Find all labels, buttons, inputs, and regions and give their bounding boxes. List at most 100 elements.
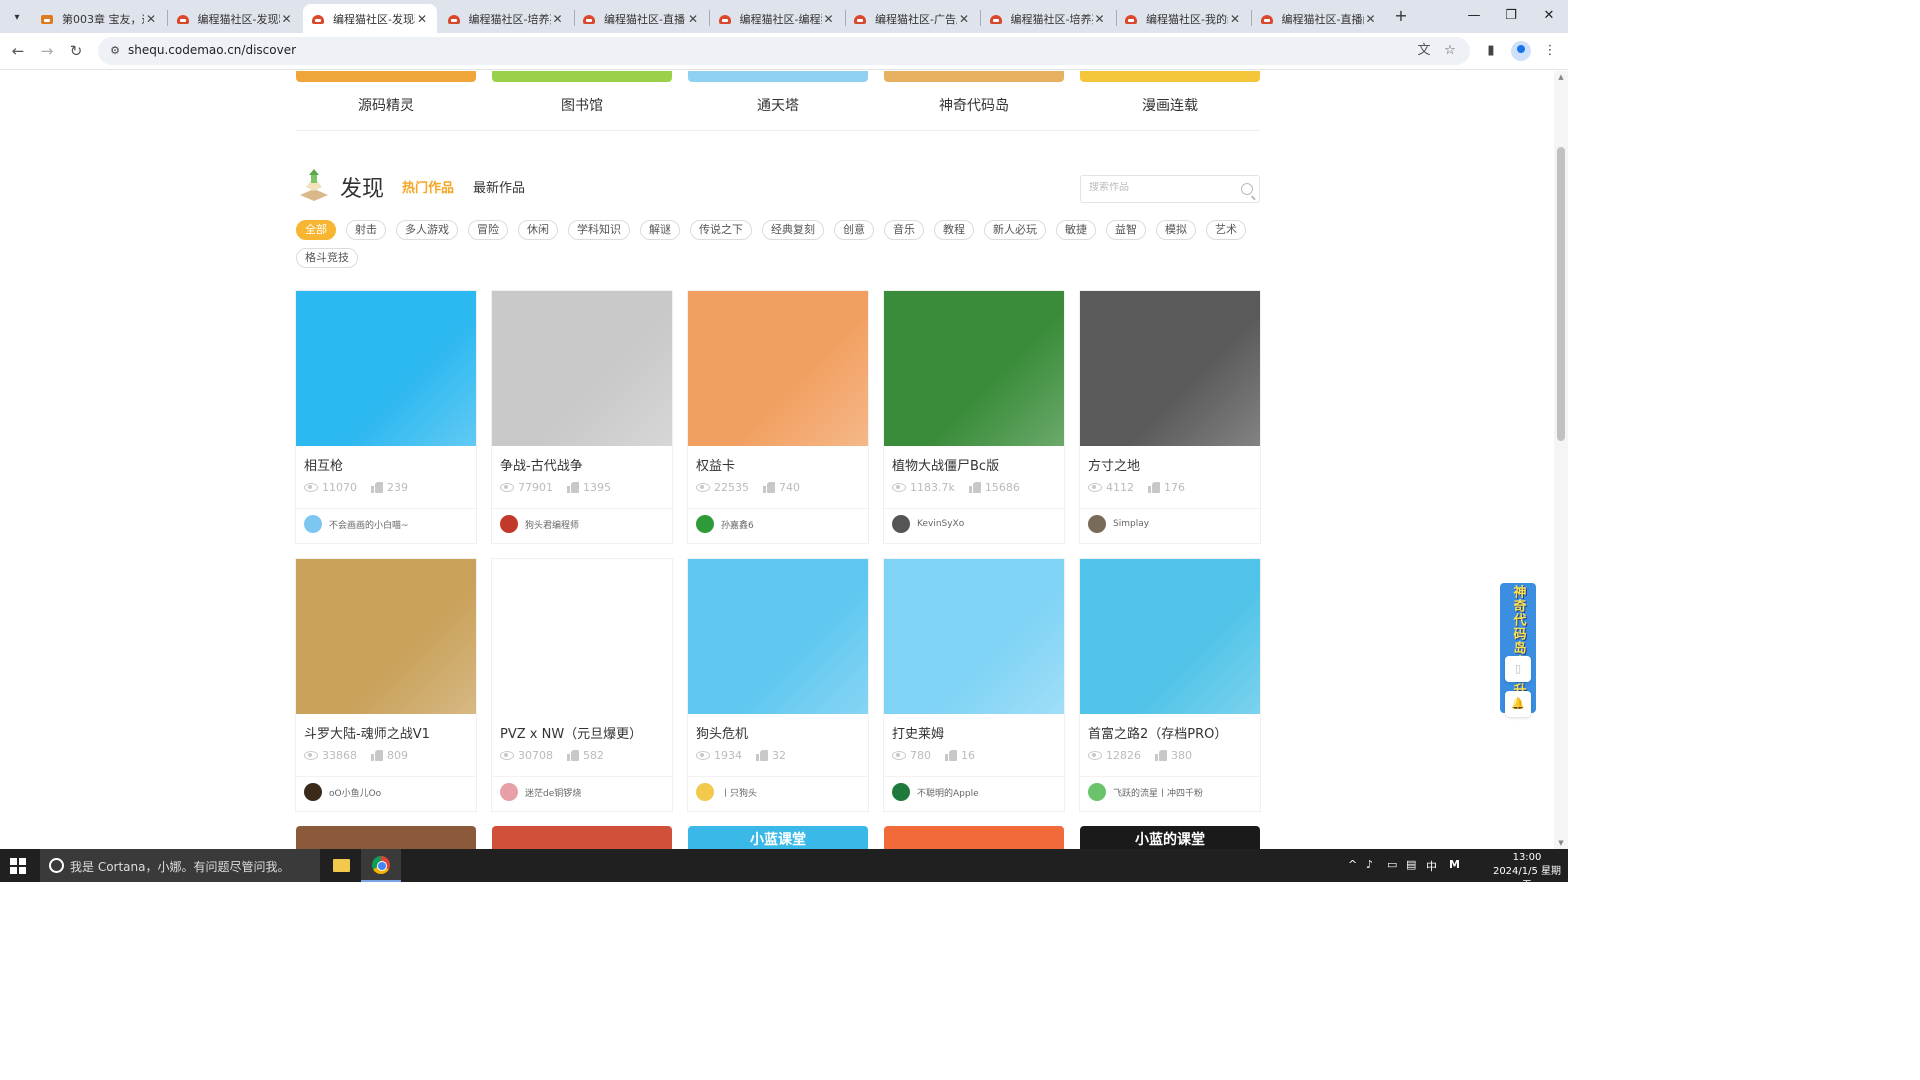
menu-icon[interactable]: ⋮ xyxy=(1541,42,1559,60)
ime-indicator[interactable]: 中 xyxy=(1426,858,1437,874)
work-thumbnail[interactable] xyxy=(296,826,476,849)
tab-new-works[interactable]: 最新作品 xyxy=(473,177,525,196)
search-icon[interactable] xyxy=(1241,183,1253,195)
work-card[interactable]: 打史莱姆 780 16 不聪明的Apple xyxy=(884,559,1064,811)
scroll-down-icon[interactable]: ▼ xyxy=(1557,839,1565,847)
category-tag[interactable]: 新人必玩 xyxy=(984,220,1046,240)
work-thumbnail[interactable] xyxy=(884,826,1064,849)
category-tag[interactable]: 多人游戏 xyxy=(396,220,458,240)
site-info-icon[interactable]: ⚙ xyxy=(108,44,122,58)
close-tab-icon[interactable]: ✕ xyxy=(280,12,294,26)
browser-tab[interactable]: 编程猫社区-编程猫✕ xyxy=(710,4,844,33)
work-thumbnail[interactable] xyxy=(1080,559,1260,714)
work-title[interactable]: 权益卡 xyxy=(696,455,735,474)
browser-tab[interactable]: 编程猫社区-直播间✕ xyxy=(574,4,708,33)
category-tag[interactable]: 全部 xyxy=(296,220,336,240)
work-title[interactable]: 斗罗大陆-魂师之战V1 xyxy=(304,723,430,742)
scrollbar-thumb[interactable] xyxy=(1557,147,1565,441)
page-scrollbar[interactable]: ▲ ▼ xyxy=(1554,71,1568,849)
work-thumbnail[interactable]: 小蓝的课堂 xyxy=(1080,826,1260,849)
work-card[interactable]: 斗罗大陆-魂师之战V1 33868 809 oO小鱼儿Oo xyxy=(296,559,476,811)
work-thumbnail[interactable] xyxy=(688,291,868,446)
reload-button[interactable]: ↻ xyxy=(66,41,86,61)
browser-tab[interactable]: 编程猫社区-发现精✕ xyxy=(168,4,302,33)
mobile-icon[interactable]: ▯ xyxy=(1505,656,1531,682)
close-tab-icon[interactable]: ✕ xyxy=(1093,12,1107,26)
category-tag[interactable]: 冒险 xyxy=(468,220,508,240)
category-tag[interactable]: 音乐 xyxy=(884,220,924,240)
work-author[interactable]: oO小鱼儿Oo xyxy=(304,783,381,801)
work-author[interactable]: 不聪明的Apple xyxy=(892,783,979,801)
work-thumbnail[interactable] xyxy=(296,291,476,446)
work-thumbnail[interactable] xyxy=(492,291,672,446)
network-icon[interactable]: ▭ xyxy=(1387,858,1397,871)
category-tag[interactable]: 艺术 xyxy=(1206,220,1246,240)
work-card[interactable]: 狗头危机 1934 32 丨只狗头 xyxy=(688,559,868,811)
work-thumbnail[interactable] xyxy=(492,559,672,714)
category-tag[interactable]: 教程 xyxy=(934,220,974,240)
work-thumbnail[interactable] xyxy=(884,291,1064,446)
close-tab-icon[interactable]: ✕ xyxy=(1364,12,1378,26)
category-tag[interactable]: 创意 xyxy=(834,220,874,240)
close-window-button[interactable]: ✕ xyxy=(1537,6,1561,26)
work-author[interactable]: 不会画画的小白喵~ xyxy=(304,515,409,533)
close-tab-icon[interactable]: ✕ xyxy=(822,12,836,26)
category-tag[interactable]: 经典复刻 xyxy=(762,220,824,240)
work-card[interactable]: 方寸之地 4112 176 Simplay xyxy=(1080,291,1260,543)
category-tag[interactable]: 休闲 xyxy=(518,220,558,240)
work-author[interactable]: 孙嘉鑫6 xyxy=(696,515,754,533)
restore-button[interactable]: ❐ xyxy=(1499,6,1523,26)
category-tag[interactable]: 解谜 xyxy=(640,220,680,240)
work-thumbnail[interactable] xyxy=(296,559,476,714)
browser-tab[interactable]: 第003章 宝友，这 ✕ xyxy=(32,4,166,33)
ime-mode-icon[interactable]: M xyxy=(1449,858,1460,871)
feature-nav-card[interactable]: 通天塔 xyxy=(688,71,868,114)
action-center-icon[interactable]: ▤ xyxy=(1406,858,1416,871)
feature-nav-card[interactable]: 神奇代码岛 xyxy=(884,71,1064,114)
category-tag[interactable]: 模拟 xyxy=(1156,220,1196,240)
work-title[interactable]: 争战-古代战争 xyxy=(500,455,583,474)
back-button[interactable]: ← xyxy=(8,41,28,61)
minimize-button[interactable]: — xyxy=(1462,6,1486,26)
close-tab-icon[interactable]: ✕ xyxy=(144,12,158,26)
work-card[interactable]: 植物大战僵尸Bc版 1183.7k 15686 KevinSyXo xyxy=(884,291,1064,543)
work-card[interactable]: 权益卡 22535 740 孙嘉鑫6 xyxy=(688,291,868,543)
work-card[interactable]: 首富之路2（存档PRO） 12826 380 飞跃的流星丨冲四千粉 xyxy=(1080,559,1260,811)
work-title[interactable]: 方寸之地 xyxy=(1088,455,1140,474)
close-tab-icon[interactable]: ✕ xyxy=(551,12,565,26)
browser-tab[interactable]: 编程猫社区-发现精✕ xyxy=(303,4,437,33)
feature-nav-card[interactable]: 源码精灵 xyxy=(296,71,476,114)
work-author[interactable]: Simplay xyxy=(1088,515,1149,533)
work-thumbnail[interactable] xyxy=(492,826,672,849)
work-author[interactable]: 迷茫de铜锣烧 xyxy=(500,783,581,801)
close-tab-icon[interactable]: ✕ xyxy=(415,12,429,26)
work-thumbnail[interactable] xyxy=(688,559,868,714)
address-bar[interactable]: ⚙ shequ.codemao.cn/discover 文 ☆ xyxy=(98,37,1470,65)
browser-tab[interactable]: 编程猫社区-我的编✕ xyxy=(1116,4,1250,33)
tab-search-button[interactable]: ▾ xyxy=(6,6,28,28)
category-tag[interactable]: 学科知识 xyxy=(568,220,630,240)
cortana-search-box[interactable]: 我是 Cortana，小娜。有问题尽管问我。 xyxy=(40,849,320,882)
category-tag[interactable]: 益智 xyxy=(1106,220,1146,240)
new-tab-button[interactable]: + xyxy=(1391,6,1411,26)
chrome-taskbar-icon[interactable] xyxy=(361,849,401,882)
browser-tab[interactable]: 编程猫社区-培养孩✕ xyxy=(981,4,1115,33)
work-card[interactable]: 相互枪 11070 239 不会画画的小白喵~ xyxy=(296,291,476,543)
side-panel-icon[interactable]: ▮ xyxy=(1482,42,1500,60)
work-author[interactable]: 丨只狗头 xyxy=(696,783,757,801)
work-thumbnail[interactable] xyxy=(884,559,1064,714)
feature-nav-card[interactable]: 图书馆 xyxy=(492,71,672,114)
feature-nav-card[interactable]: 漫画连载 xyxy=(1080,71,1260,114)
work-author[interactable]: 飞跃的流星丨冲四千粉 xyxy=(1088,783,1203,801)
close-tab-icon[interactable]: ✕ xyxy=(957,12,971,26)
file-explorer-icon[interactable] xyxy=(321,849,361,882)
work-title[interactable]: PVZ x NW（元旦爆更） xyxy=(500,723,642,742)
notification-bell-icon[interactable]: 🔔 xyxy=(1505,691,1531,717)
work-title[interactable]: 狗头危机 xyxy=(696,723,748,742)
volume-icon[interactable]: ♪ xyxy=(1366,858,1373,871)
work-title[interactable]: 首富之路2（存档PRO） xyxy=(1088,723,1227,742)
work-title[interactable]: 植物大战僵尸Bc版 xyxy=(892,455,999,474)
category-tag[interactable]: 射击 xyxy=(346,220,386,240)
system-clock[interactable]: 13:00 2024/1/5 星期五 xyxy=(1492,851,1562,893)
work-title[interactable]: 相互枪 xyxy=(304,455,343,474)
